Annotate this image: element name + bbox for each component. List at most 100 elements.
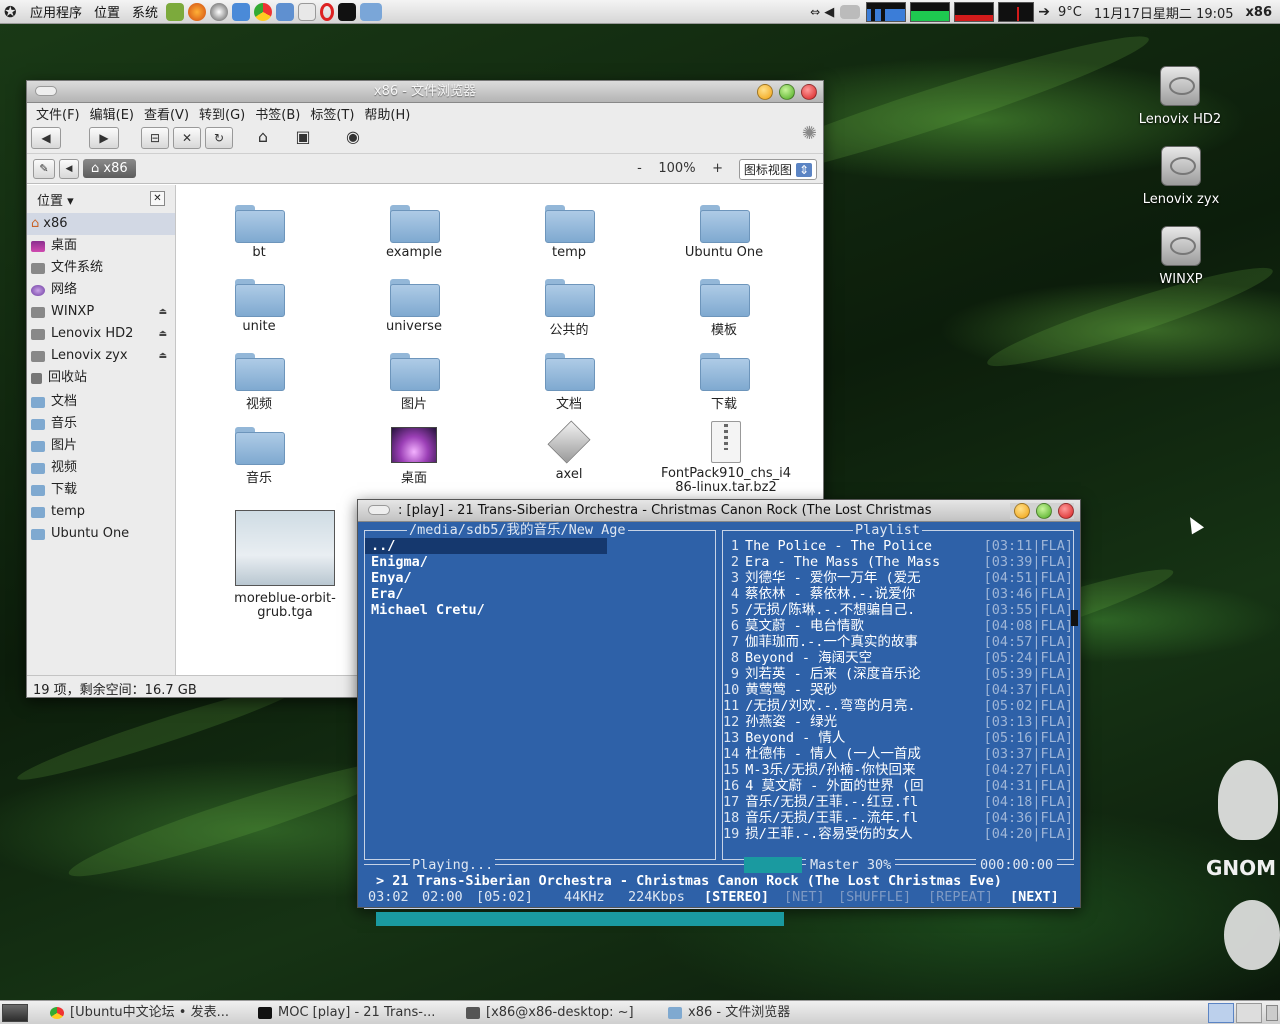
file-item-videos[interactable]: 视频: [194, 353, 324, 412]
menu-view[interactable]: 查看(V): [139, 103, 194, 123]
playlist-row[interactable]: 9 刘若英 - 后来 (深度音乐论 [05:39|FLA]: [723, 666, 1073, 682]
playlist-row[interactable]: 1 The Police - The Police [03:11|FLA]: [723, 538, 1073, 554]
memory-monitor[interactable]: [910, 2, 951, 22]
playlist-row[interactable]: 14 杜德伟 - 情人 (一人一首成 [03:37|FLA]: [723, 746, 1073, 762]
folder-launcher-icon[interactable]: [360, 2, 383, 21]
sidebar-item-pictures[interactable]: 图片: [27, 435, 175, 457]
settings-launcher-icon[interactable]: [210, 2, 229, 21]
file-item-grub-image[interactable]: moreblue-orbit-grub.tga: [219, 510, 351, 620]
sidebar-item-home[interactable]: ⌂ x86: [27, 213, 175, 235]
disk-monitor[interactable]: [998, 2, 1035, 22]
stop-button[interactable]: ✕: [173, 126, 201, 149]
close-button[interactable]: [801, 84, 817, 100]
playlist-row[interactable]: 17 音乐/无损/王菲.-.红豆.fl [04:18|FLA]: [723, 794, 1073, 810]
zoom-in-button[interactable]: +: [712, 161, 723, 176]
file-item-music[interactable]: 音乐: [194, 427, 324, 486]
firefox-launcher-icon[interactable]: [188, 2, 207, 21]
sidebar-item-filesystem[interactable]: 文件系统: [27, 257, 175, 279]
playlist-row[interactable]: 15 M-3乐/无损/孙楠-你快回来 [04:27|FLA]: [723, 762, 1073, 778]
task-terminal[interactable]: [x86@x86-desktop: ~]: [460, 1003, 660, 1023]
window-menu-button[interactable]: [35, 86, 57, 96]
playlist-row[interactable]: 2 Era - The Mass (The Mass [03:39|FLA]: [723, 554, 1073, 570]
playlist-row[interactable]: 6 莫文蔚 - 电台情歌 [04:08|FLA]: [723, 618, 1073, 634]
playlist-row[interactable]: 19 损/王菲.-.容易受伤的女人 [04:20|FLA]: [723, 826, 1073, 842]
playlist-row[interactable]: 11/无损/刘欢.-.弯弯的月亮. [05:02|FLA]: [723, 698, 1073, 714]
back-button[interactable]: ◀: [31, 126, 61, 149]
network-monitor[interactable]: [954, 2, 995, 22]
file-browser-titlebar[interactable]: x86 - 文件浏览器: [27, 81, 823, 103]
music-launcher-icon[interactable]: [276, 2, 295, 21]
show-desktop-icon[interactable]: [2, 1003, 28, 1022]
sidebar-type-select[interactable]: 位置 ▾: [37, 194, 74, 209]
menu-edit[interactable]: 编辑(E): [85, 103, 139, 123]
moc-titlebar[interactable]: : [play] - 21 Trans-Siberian Orchestra -…: [358, 500, 1080, 522]
workspace-switcher-2[interactable]: [1236, 1003, 1262, 1023]
file-item-ubuntu-one[interactable]: Ubuntu One: [659, 205, 789, 260]
trash-applet-icon[interactable]: [1266, 1005, 1278, 1021]
playlist-row[interactable]: 16 4 莫文蔚 - 外面的世界 (回 [04:31|FLA]: [723, 778, 1073, 794]
menu-places[interactable]: 位置: [88, 2, 126, 21]
task-file-browser[interactable]: x86 - 文件浏览器: [662, 1003, 822, 1023]
file-item-fontpack[interactable]: FontPack910_chs_i486-linux.tar.bz2: [659, 421, 793, 495]
terminal-launcher-icon[interactable]: [338, 2, 357, 21]
eject-icon[interactable]: ⏏: [158, 323, 167, 345]
zoom-out-button[interactable]: -: [637, 161, 642, 176]
dir-entry[interactable]: Michael Cretu/: [365, 602, 715, 618]
progress-bar[interactable]: [364, 912, 1074, 926]
workspace-switcher-1[interactable]: [1208, 1003, 1234, 1023]
evolution-launcher-icon[interactable]: [166, 2, 185, 21]
file-item-templates[interactable]: 模板: [659, 279, 789, 338]
close-sidebar-button[interactable]: ✕: [150, 191, 165, 206]
weather-icon[interactable]: ➔: [1038, 4, 1050, 20]
network-icon[interactable]: ⇔: [810, 5, 820, 19]
file-item-documents[interactable]: 文档: [504, 353, 634, 412]
menu-tabs[interactable]: 标签(T): [305, 103, 359, 123]
minimize-button[interactable]: [757, 84, 773, 100]
file-item-axel[interactable]: axel: [504, 420, 634, 482]
dir-entry[interactable]: Enigma/: [365, 554, 715, 570]
dir-entry-parent[interactable]: ../: [365, 538, 607, 554]
reload-button[interactable]: ↻: [205, 126, 233, 149]
file-item-public[interactable]: 公共的: [504, 279, 634, 338]
minimize-button[interactable]: [1014, 503, 1030, 519]
dir-entry[interactable]: Enya/: [365, 570, 715, 586]
dir-entry[interactable]: Era/: [365, 586, 715, 602]
maximize-button[interactable]: [779, 84, 795, 100]
path-left-button[interactable]: ◀: [59, 158, 79, 179]
eject-icon[interactable]: ⏏: [158, 345, 167, 367]
playlist-row[interactable]: 4 蔡依林 - 蔡依林.-.说爱你 [03:46|FLA]: [723, 586, 1073, 602]
desktop-drive-winxp[interactable]: WINXP: [1131, 226, 1231, 287]
computer-icon[interactable]: ▣: [289, 127, 317, 149]
sidebar-item-network[interactable]: 网络: [27, 279, 175, 301]
search-icon[interactable]: ◉: [339, 127, 367, 149]
mixer-level[interactable]: Master 30%: [806, 857, 896, 873]
repeat-flag[interactable]: [REPEAT]: [928, 889, 993, 905]
menu-file[interactable]: 文件(F): [31, 103, 85, 123]
menu-help[interactable]: 帮助(H): [359, 103, 415, 123]
sidebar-item-lenovix-hd2[interactable]: Lenovix HD2 ⏏: [27, 323, 175, 345]
menu-system[interactable]: 系统: [126, 2, 164, 21]
playlist-row[interactable]: 12 孙燕姿 - 绿光 [03:13|FLA]: [723, 714, 1073, 730]
network-status-icon[interactable]: [840, 5, 861, 19]
file-item-temp[interactable]: temp: [504, 205, 634, 260]
desktop-drive-lenovix-hd2[interactable]: Lenovix HD2: [1130, 66, 1230, 127]
playlist-row[interactable]: 10 黄莺莺 - 哭砂 [04:37|FLA]: [723, 682, 1073, 698]
maximize-button[interactable]: [1036, 503, 1052, 519]
file-item-example[interactable]: example: [349, 205, 479, 260]
sidebar-item-winxp[interactable]: WINXP ⏏: [27, 301, 175, 323]
menu-applications[interactable]: 应用程序: [24, 2, 88, 21]
cpu-monitor[interactable]: [866, 2, 907, 22]
task-moc[interactable]: MOC [play] - 21 Trans-...: [252, 1003, 452, 1023]
sidebar-item-documents[interactable]: 文档: [27, 391, 175, 413]
file-item-unite[interactable]: unite: [194, 279, 324, 334]
playlist-row[interactable]: 7 伽菲珈而.-.一个真实的故事 [04:57|FLA]: [723, 634, 1073, 650]
home-icon[interactable]: ⌂: [249, 127, 277, 149]
window-menu-button[interactable]: [368, 505, 390, 515]
chrome-launcher-icon[interactable]: [254, 2, 273, 21]
file-item-bt[interactable]: bt: [194, 205, 324, 260]
sidebar-item-videos[interactable]: 视频: [27, 457, 175, 479]
toggle-location-button[interactable]: ✎: [33, 158, 55, 179]
ubuntu-logo-icon[interactable]: ✪: [4, 3, 24, 21]
file-item-desktop[interactable]: 桌面: [349, 427, 479, 486]
sidebar-item-trash[interactable]: 回收站: [27, 367, 175, 389]
